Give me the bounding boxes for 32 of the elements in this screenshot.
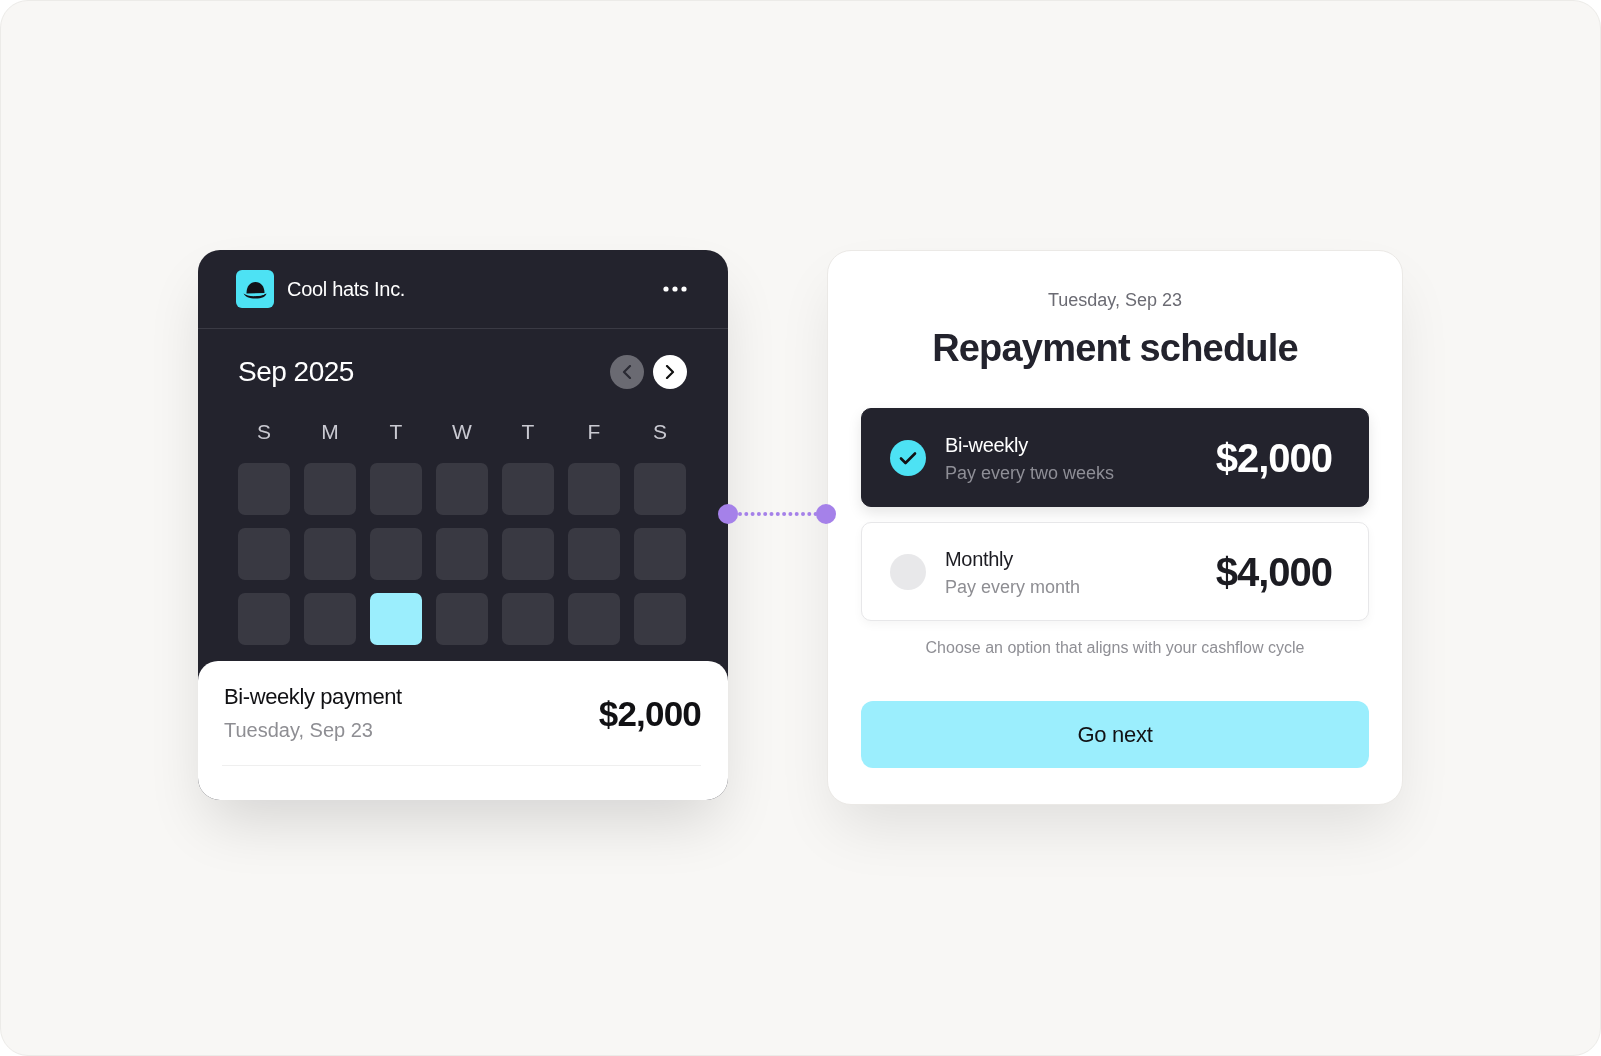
payment-amount: $2,000 (598, 694, 701, 734)
hint-text: Choose an option that aligns with your cashflow cycle (924, 638, 1306, 658)
weekday-label: T (388, 420, 404, 444)
weekday-label: M (320, 420, 340, 444)
weekday-label: F (586, 420, 602, 444)
month-label: Sep 2025 (238, 355, 354, 389)
schedule-title: Repayment schedule (931, 326, 1299, 371)
weekday-label: T (520, 420, 536, 444)
go-next-button[interactable]: Go next (861, 701, 1369, 768)
option-label: Monthly (945, 546, 1014, 572)
more-button[interactable] (663, 286, 687, 292)
option-description: Pay every two weeks (945, 461, 1115, 484)
schedule-date: Tuesday, Sep 23 (1046, 289, 1184, 312)
payment-date: Tuesday, Sep 23 (224, 718, 374, 742)
payment-option[interactable]: Monthly Pay every month $4,000 (861, 522, 1369, 621)
check-circle-icon (890, 439, 926, 476)
calendar-day[interactable] (370, 593, 422, 645)
chevron-right-icon (665, 365, 675, 379)
option-amount: $4,000 (1215, 548, 1332, 595)
option-label: Bi-weekly (945, 432, 1029, 458)
next-month-button[interactable] (653, 355, 687, 389)
weekday-label: W (451, 420, 473, 444)
weekday-label: S (256, 420, 272, 444)
option-amount: $2,000 (1215, 434, 1332, 481)
company-name: Cool hats Inc. (287, 277, 406, 302)
payment-option[interactable]: Bi-weekly Pay every two weeks $2,000 (861, 408, 1369, 507)
more-dots-icon (663, 286, 687, 292)
hat-logo-icon (236, 270, 274, 308)
weekday-label: S (652, 420, 668, 444)
payment-title: Bi-weekly payment (224, 684, 402, 710)
chevron-left-icon (622, 365, 632, 379)
option-description: Pay every month (945, 575, 1081, 598)
